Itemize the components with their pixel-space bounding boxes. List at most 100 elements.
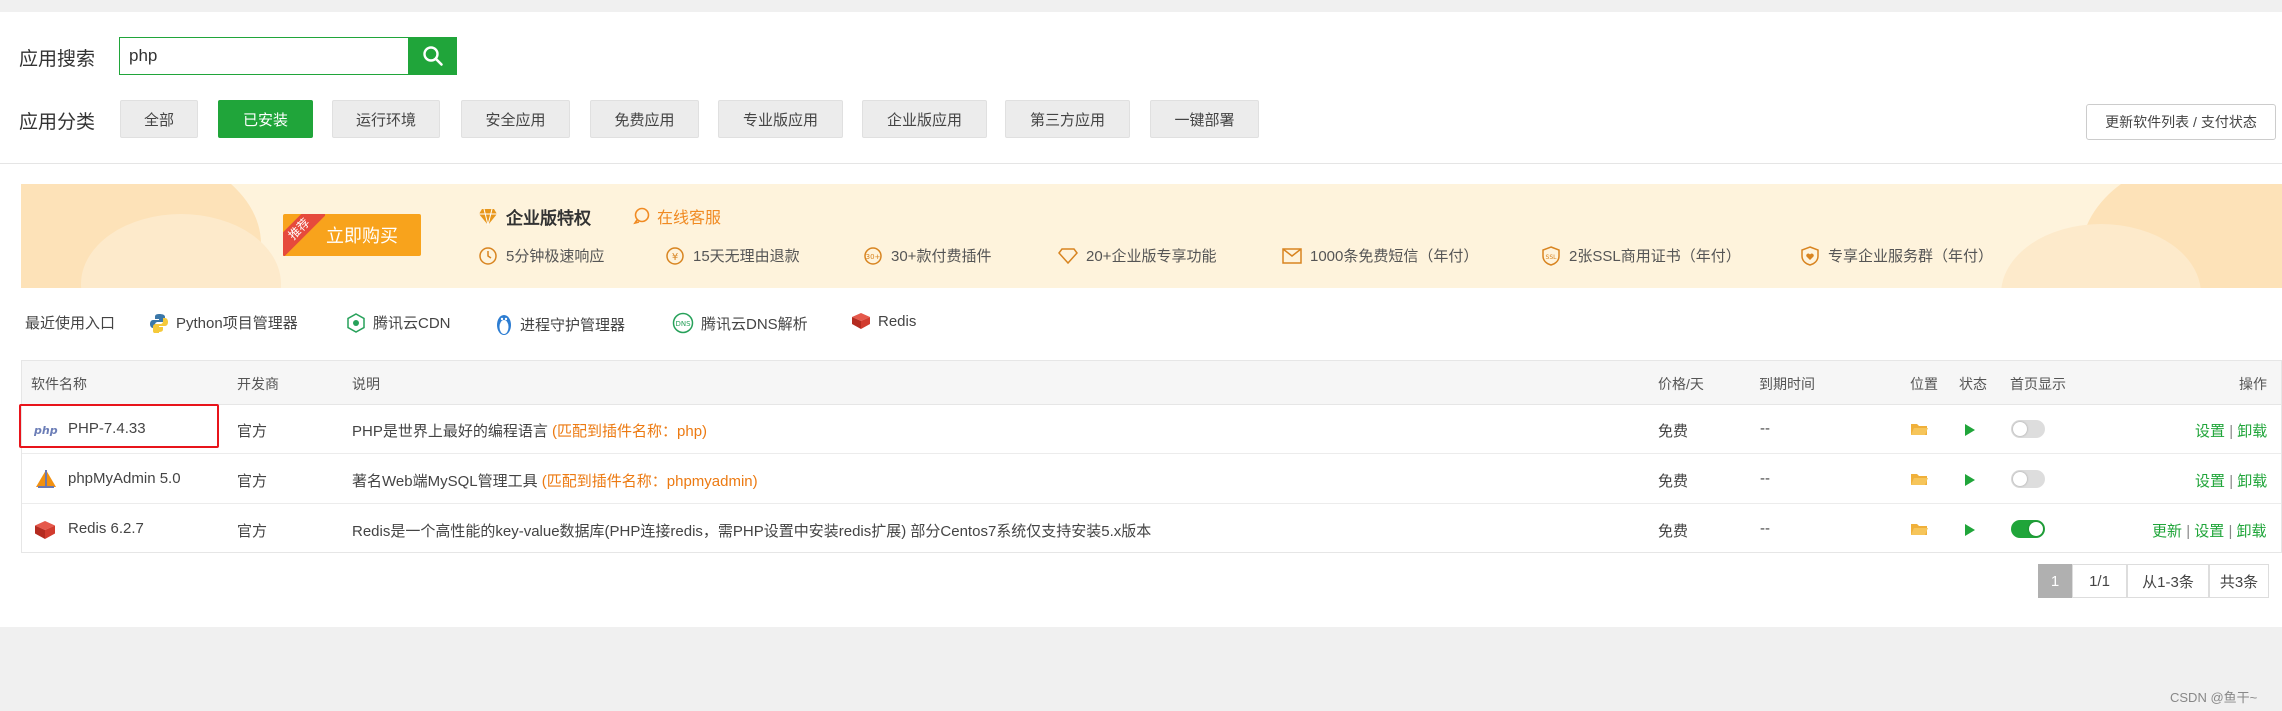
price: 免费 (1658, 523, 1689, 540)
software-name[interactable]: phpMyAdmin 5.0 (68, 470, 181, 487)
feature-item: 20+企业版专享功能 (1058, 245, 1216, 266)
table-header: 软件名称 开发商 说明 价格/天 到期时间 位置 状态 首页显示 操作 (22, 361, 2281, 405)
highlight-box (19, 404, 219, 448)
developer: 官方 (237, 523, 268, 540)
homepage-toggle[interactable] (2011, 470, 2045, 488)
recent-item-redis[interactable]: Redis (851, 312, 916, 330)
feature-item: 5分钟极速响应 (478, 245, 604, 266)
watermark: CSDN @鱼干~ (2170, 690, 2258, 705)
diamond-outline-icon (1058, 247, 1078, 264)
dns-icon: DNS (672, 312, 694, 334)
feature-label: 1000条免费短信（年付） (1310, 248, 1479, 265)
play-icon[interactable] (1964, 473, 1976, 487)
description: 著名Web端MySQL管理工具 (匹配到插件名称：phpmyadmin) (352, 470, 758, 491)
feature-item: SSL 2张SSL商用证书（年付） (1541, 245, 1741, 266)
svg-text:SSL: SSL (1546, 254, 1558, 261)
category-pro[interactable]: 专业版应用 (718, 100, 843, 138)
table-row: phpMyAdmin 5.0 官方 著名Web端MySQL管理工具 (匹配到插件… (22, 455, 2281, 504)
header-price[interactable]: 价格/天 (1658, 374, 1704, 394)
software-table: 软件名称 开发商 说明 价格/天 到期时间 位置 状态 首页显示 操作 php … (21, 360, 2282, 553)
header-expire[interactable]: 到期时间 (1759, 374, 1815, 394)
feature-item: 专享企业服务群（年付） (1800, 245, 1993, 266)
phpmyadmin-icon (36, 470, 56, 488)
category-third-party[interactable]: 第三方应用 (1005, 100, 1130, 138)
recent-item-dns[interactable]: DNS 腾讯云DNS解析 (672, 312, 808, 334)
feature-item: ¥ 15天无理由退款 (665, 245, 800, 266)
update-software-list-button[interactable]: 更新软件列表 / 支付状态 (2086, 104, 2276, 140)
folder-icon[interactable] (1910, 472, 1928, 486)
enterprise-title-text: 企业版特权 (506, 209, 591, 228)
homepage-toggle[interactable] (2011, 520, 2045, 538)
category-all[interactable]: 全部 (120, 100, 198, 138)
feature-item: 1000条免费短信（年付） (1282, 245, 1478, 266)
category-one-click[interactable]: 一键部署 (1150, 100, 1259, 138)
price: 免费 (1658, 423, 1689, 440)
header-name[interactable]: 软件名称 (31, 374, 87, 394)
header-description: 说明 (352, 376, 380, 392)
uninstall-link[interactable]: 卸载 (2237, 523, 2267, 540)
category-security[interactable]: 安全应用 (461, 100, 570, 138)
description: Redis是一个高性能的key-value数据库(PHP连接redis，需PHP… (352, 523, 1152, 540)
page-current[interactable]: 1 (2038, 564, 2072, 598)
update-link[interactable]: 更新 (2152, 523, 2182, 540)
software-name[interactable]: Redis 6.2.7 (68, 520, 144, 537)
action-separator: | (2229, 423, 2234, 440)
recent-item-label: 进程守护管理器 (520, 316, 626, 334)
action-separator: | (2186, 523, 2191, 540)
ssl-shield-icon: SSL (1542, 245, 1560, 266)
expire: -- (1760, 420, 1770, 437)
page-count: 1/1 (2072, 564, 2127, 598)
play-icon[interactable] (1964, 423, 1976, 437)
match-text: (匹配到插件名称：phpmyadmin) (541, 473, 758, 490)
header-action: 操作 (2239, 376, 2267, 392)
page-range: 从1-3条 (2127, 564, 2209, 598)
play-icon[interactable] (1964, 523, 1976, 537)
category-label: 应用分类 (19, 112, 96, 133)
header-location: 位置 (1910, 376, 1938, 392)
online-service-label: 在线客服 (657, 210, 722, 227)
feature-label: 20+企业版专享功能 (1086, 248, 1217, 265)
plugin-30-icon: 30+ (864, 246, 882, 265)
feature-label: 30+款付费插件 (891, 248, 992, 265)
folder-icon[interactable] (1910, 522, 1928, 536)
recent-label: 最近使用入口 (25, 315, 116, 332)
recent-item-cdn[interactable]: 腾讯云CDN (346, 312, 451, 333)
recommend-ribbon: 推荐 (283, 214, 325, 256)
category-free[interactable]: 免费应用 (590, 100, 699, 138)
toggle-knob (2013, 472, 2027, 486)
search-icon (423, 46, 443, 66)
recent-item-supervisor[interactable]: 进程守护管理器 (495, 312, 625, 336)
online-service-link[interactable]: 在线客服 (633, 204, 721, 228)
uninstall-link[interactable]: 卸载 (2237, 473, 2267, 490)
settings-link[interactable]: 设置 (2195, 423, 2225, 440)
category-runtime[interactable]: 运行环境 (332, 100, 440, 138)
recent-item-python[interactable]: Python项目管理器 (149, 312, 298, 333)
folder-icon[interactable] (1910, 422, 1928, 436)
category-enterprise[interactable]: 企业版应用 (862, 100, 987, 138)
search-button[interactable] (409, 37, 457, 75)
search-input[interactable]: php (119, 37, 409, 75)
page-total: 共3条 (2209, 564, 2269, 598)
table-row: php PHP-7.4.33 官方 PHP是世界上最好的编程语言 (匹配到插件名… (22, 405, 2281, 454)
action-separator: | (2229, 473, 2234, 490)
actions: 设置 | 卸载 (2195, 420, 2267, 441)
settings-link[interactable]: 设置 (2195, 473, 2225, 490)
search-label: 应用搜索 (19, 49, 96, 70)
price: 免费 (1658, 473, 1689, 490)
feature-label: 15天无理由退款 (693, 248, 800, 265)
uninstall-link[interactable]: 卸载 (2237, 423, 2267, 440)
enterprise-title: 企业版特权 (478, 204, 591, 229)
mail-icon (1282, 247, 1302, 264)
actions: 更新 | 设置 | 卸载 (2152, 520, 2267, 541)
homepage-toggle[interactable] (2011, 420, 2045, 438)
refund-icon: ¥ (666, 246, 684, 265)
category-installed[interactable]: 已安装 (218, 100, 313, 138)
expire: -- (1760, 470, 1770, 487)
redis-icon (852, 313, 870, 329)
settings-link[interactable]: 设置 (2194, 523, 2224, 540)
toggle-knob (2013, 422, 2027, 436)
toggle-knob (2029, 522, 2043, 536)
feature-label: 2张SSL商用证书（年付） (1569, 248, 1741, 265)
clock-icon (479, 246, 497, 265)
recent-item-label: Redis (878, 312, 917, 330)
